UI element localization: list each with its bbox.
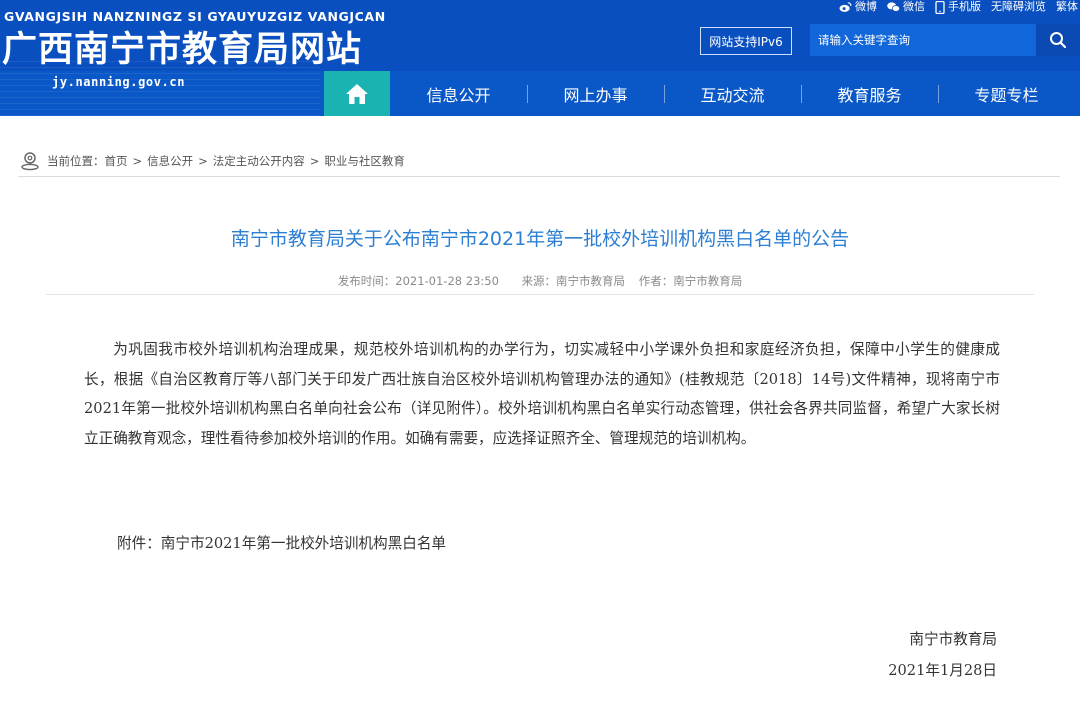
breadcrumb-separator: > <box>132 153 143 168</box>
mobile-link[interactable]: 手机版 <box>935 0 981 14</box>
search-button[interactable] <box>1036 24 1080 56</box>
weibo-link[interactable]: 微博 <box>839 0 877 14</box>
article-signature: 南宁市教育局 2021年1月28日 <box>888 624 997 686</box>
wechat-icon <box>887 2 900 12</box>
weibo-icon <box>839 2 852 12</box>
traditional-chinese-link[interactable]: 繁体 <box>1056 0 1078 14</box>
search-input[interactable] <box>810 24 1036 56</box>
nav-online-services[interactable]: 网上办事 <box>527 71 664 116</box>
breadcrumb-info-disclosure[interactable]: 信息公开 <box>147 153 193 169</box>
nav-interaction[interactable]: 互动交流 <box>664 71 801 116</box>
location-pin-icon <box>21 151 39 170</box>
site-pinyin-name: GVANGJSIH NANZNINGZ SI GYAUYUZGIZ VANGJC… <box>4 9 386 24</box>
ipv6-badge[interactable]: 网站支持IPv6 <box>700 27 792 55</box>
nav-home[interactable] <box>324 71 390 116</box>
mobile-icon <box>935 0 945 14</box>
site-title[interactable]: 广西南宁市教育局网站 <box>2 29 362 71</box>
article-source: 来源：南宁市教育局 <box>521 274 626 288</box>
nav-education-services[interactable]: 教育服务 <box>801 71 938 116</box>
breadcrumb-separator: > <box>198 153 208 168</box>
site-header: GVANGJSIH NANZNINGZ SI GYAUYUZGIZ VANGJC… <box>0 0 1080 116</box>
home-icon <box>346 83 368 104</box>
top-links: 微博 微信 手机版 无障碍浏览 繁体 <box>839 0 1078 14</box>
weibo-label: 微博 <box>855 0 877 13</box>
breadcrumb-separator: > <box>309 153 320 168</box>
nav-special-topics[interactable]: 专题专栏 <box>938 71 1075 116</box>
wechat-label: 微信 <box>903 0 925 13</box>
article-title: 南宁市教育局关于公布南宁市2021年第一批校外培训机构黑白名单的公告 <box>230 228 850 250</box>
article-meta: 发布时间：2021-01-28 23:50 来源：南宁市教育局 作者：南宁市教育… <box>46 268 1034 295</box>
breadcrumb-statutory-content[interactable]: 法定主动公开内容 <box>213 153 305 169</box>
breadcrumb-community-education[interactable]: 职业与社区教育 <box>324 153 405 169</box>
attachment-link[interactable]: 附件：南宁市2021年第一批校外培训机构黑白名单 <box>117 529 446 558</box>
article-author: 作者：南宁市教育局 <box>638 274 743 288</box>
accessibility-link[interactable]: 无障碍浏览 <box>991 0 1046 14</box>
signature-date: 2021年1月28日 <box>888 662 997 679</box>
breadcrumb: 当前位置： 首页 > 信息公开 > 法定主动公开内容 > 职业与社区教育 <box>18 145 1060 177</box>
traditional-chinese-label: 繁体 <box>1056 0 1078 13</box>
search-icon <box>1050 32 1067 49</box>
wechat-link[interactable]: 微信 <box>887 0 925 14</box>
breadcrumb-prefix: 当前位置： <box>47 153 105 168</box>
main-nav: 信息公开 网上办事 互动交流 教育服务 专题专栏 <box>324 71 1080 116</box>
article-body: 为巩固我市校外培训机构治理成果，规范校外培训机构的办学行为，切实减轻中小学课外负… <box>84 341 1000 447</box>
publish-time: 发布时间：2021-01-28 23:50 <box>337 274 499 288</box>
accessibility-label: 无障碍浏览 <box>991 0 1046 13</box>
site-domain: jy.nanning.gov.cn <box>52 75 186 89</box>
breadcrumb-home[interactable]: 首页 <box>105 153 128 169</box>
nav-info-disclosure[interactable]: 信息公开 <box>390 71 527 116</box>
mobile-label: 手机版 <box>948 0 981 13</box>
signature-org: 南宁市教育局 <box>909 631 997 648</box>
